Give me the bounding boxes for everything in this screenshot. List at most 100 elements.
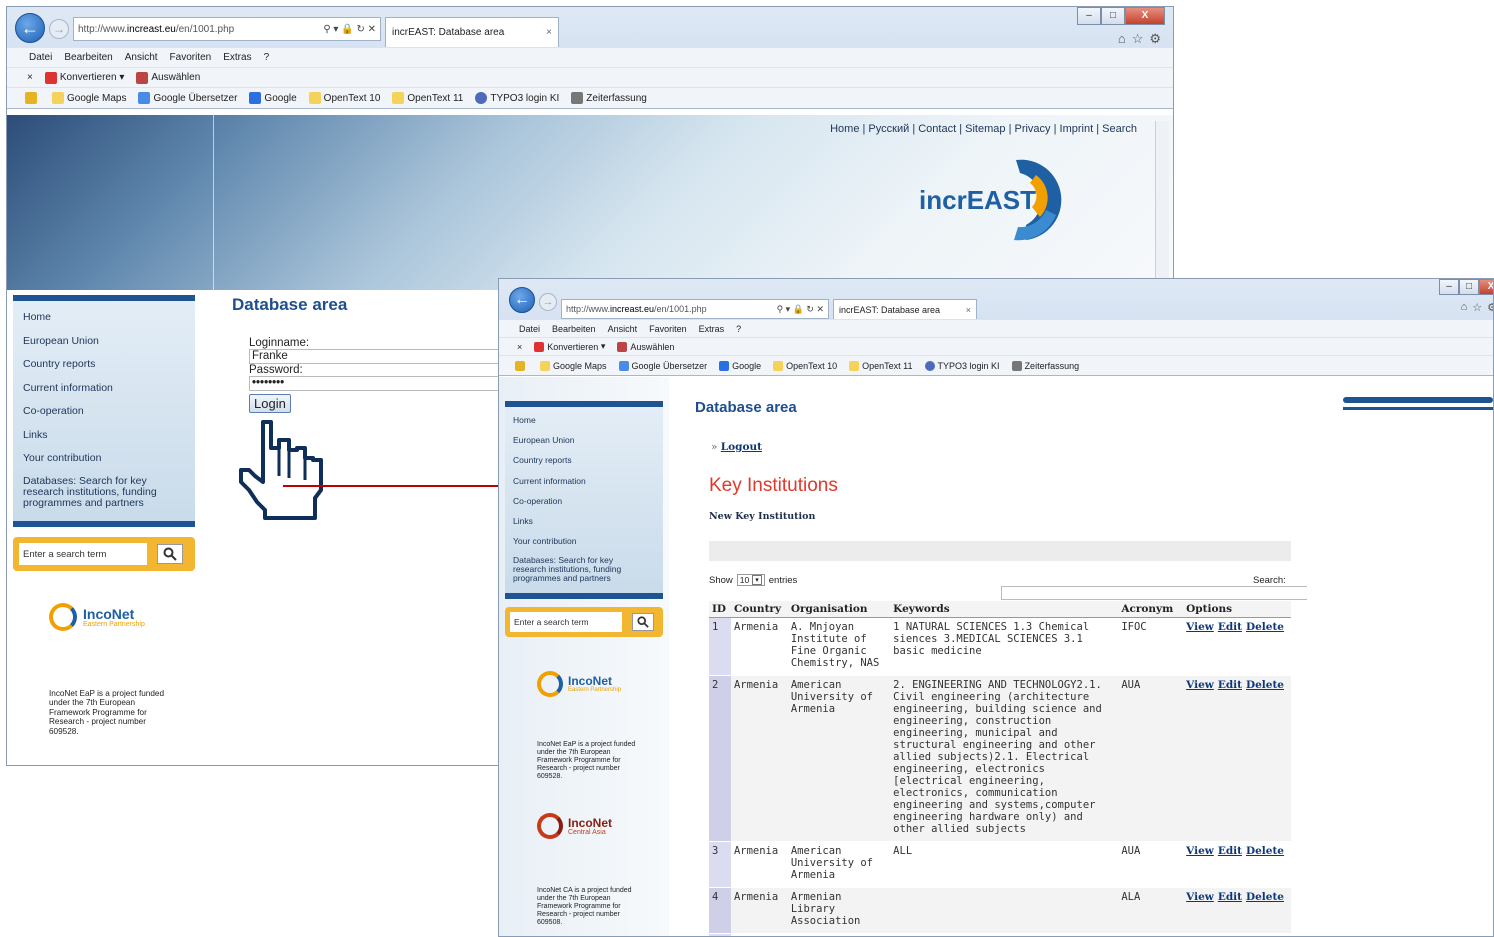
menu-extras[interactable]: Extras — [699, 324, 725, 334]
fav-google[interactable]: Google — [719, 360, 761, 371]
select-button[interactable]: Auswählen — [617, 341, 674, 352]
password-input[interactable]: •••••••• — [249, 376, 509, 391]
convert-button[interactable]: Konvertieren ▾ — [44, 71, 124, 84]
logout-link[interactable]: Logout — [721, 441, 762, 453]
search-input[interactable]: Enter a search term — [19, 543, 147, 565]
sidebar-item-home[interactable]: Home — [513, 415, 663, 435]
menu-help[interactable]: ? — [736, 324, 741, 334]
fav-zeiterfassung[interactable]: Zeiterfassung — [1011, 360, 1079, 371]
sidebar-item-links[interactable]: Links — [23, 429, 195, 453]
minimize-button[interactable]: – — [1439, 279, 1459, 295]
sidebar-item-current-information[interactable]: Current information — [23, 382, 195, 406]
link-sitemap[interactable]: Sitemap — [965, 123, 1005, 135]
sidebar-item-european-union[interactable]: European Union — [513, 435, 663, 455]
sidebar-item-country-reports[interactable]: Country reports — [513, 455, 663, 475]
fav-opentext10[interactable]: OpenText 10 — [308, 92, 380, 104]
back-arrow-icon[interactable]: ← — [509, 287, 535, 313]
dropdown-icon[interactable]: ▾ — [119, 72, 124, 83]
col-header-country[interactable]: Country — [730, 601, 788, 618]
address-controls[interactable]: ⚲ ▾ 🔒 ↻ ✕ — [323, 24, 376, 35]
link-imprint[interactable]: Imprint — [1060, 123, 1094, 135]
menu-favoriten[interactable]: Favoriten — [649, 324, 687, 334]
sidebar-item-co-operation[interactable]: Co-operation — [513, 496, 663, 516]
edit-link[interactable]: Edit — [1218, 891, 1242, 903]
sidebar-item-co-operation[interactable]: Co-operation — [23, 405, 195, 429]
link-contact[interactable]: Contact — [918, 123, 956, 135]
menu-ansicht[interactable]: Ansicht — [608, 324, 638, 334]
view-link[interactable]: View — [1186, 679, 1214, 691]
view-link[interactable]: View — [1186, 891, 1214, 903]
fav-star-icon[interactable] — [25, 92, 40, 104]
fav-google-translate[interactable]: Google Übersetzer — [618, 360, 707, 371]
tab-close-icon[interactable]: × — [546, 27, 552, 38]
fav-typo3[interactable]: TYPO3 login KI — [475, 92, 559, 104]
menu-extras[interactable]: Extras — [223, 52, 251, 63]
close-button[interactable]: X — [1479, 279, 1493, 295]
address-bar[interactable]: http://www. increast.eu/en/1001.php ⚲ ▾ 🔒… — [73, 17, 381, 41]
home-icon[interactable]: ⌂ — [1118, 31, 1126, 47]
fav-opentext11[interactable]: OpenText 11 — [392, 92, 463, 104]
fav-google-maps[interactable]: Google Maps — [540, 360, 607, 371]
menu-favoriten[interactable]: Favoriten — [170, 52, 212, 63]
cmdbar-close-icon[interactable]: × — [27, 72, 33, 83]
select-button[interactable]: Auswählen — [136, 71, 200, 84]
fav-opentext10[interactable]: OpenText 10 — [773, 360, 837, 371]
home-icon[interactable]: ⌂ — [1461, 301, 1468, 314]
view-link[interactable]: View — [1186, 845, 1214, 857]
browser-tab[interactable]: incrEAST: Database area × — [385, 17, 559, 47]
address-bar[interactable]: http://www. increast.eu/en/1001.php ⚲ ▾ 🔒… — [561, 299, 829, 319]
col-header-options[interactable]: Options — [1183, 601, 1291, 618]
forward-arrow-icon[interactable]: → — [539, 293, 557, 311]
back-arrow-icon[interactable]: ← — [15, 13, 45, 43]
fav-google-maps[interactable]: Google Maps — [52, 92, 126, 104]
menu-bearbeiten[interactable]: Bearbeiten — [552, 324, 596, 334]
fav-star-icon[interactable] — [515, 360, 528, 371]
close-button[interactable]: X — [1125, 7, 1165, 25]
settings-gear-icon[interactable]: ⚙ — [1149, 31, 1161, 47]
sidebar-item-your-contribution[interactable]: Your contribution — [23, 452, 195, 476]
edit-link[interactable]: Edit — [1218, 621, 1242, 633]
minimize-button[interactable]: – — [1077, 7, 1101, 25]
scrollbar[interactable] — [1155, 121, 1169, 281]
settings-gear-icon[interactable]: ⚙ — [1487, 301, 1493, 314]
cmdbar-close-icon[interactable]: × — [517, 342, 522, 352]
dropdown-arrow-icon[interactable]: ▾ — [752, 575, 762, 585]
address-controls[interactable]: ⚲ ▾ 🔒 ↻ ✕ — [777, 304, 824, 315]
sidebar-item-links[interactable]: Links — [513, 516, 663, 536]
col-header-acronym[interactable]: Acronym — [1118, 601, 1184, 618]
menu-datei[interactable]: Datei — [29, 52, 52, 63]
browser-tab[interactable]: incrEAST: Database area × — [833, 299, 977, 319]
delete-link[interactable]: Delete — [1246, 891, 1284, 903]
menu-help[interactable]: ? — [264, 52, 270, 63]
sidebar-item-european-union[interactable]: European Union — [23, 335, 195, 359]
dropdown-icon[interactable]: ▾ — [601, 341, 606, 352]
delete-link[interactable]: Delete — [1246, 845, 1284, 857]
view-link[interactable]: View — [1186, 621, 1214, 633]
table-search-input[interactable] — [1001, 586, 1307, 600]
login-button[interactable]: Login — [249, 394, 291, 413]
menu-ansicht[interactable]: Ansicht — [125, 52, 158, 63]
link-privacy[interactable]: Privacy — [1014, 123, 1050, 135]
edit-link[interactable]: Edit — [1218, 679, 1242, 691]
delete-link[interactable]: Delete — [1246, 621, 1284, 633]
search-button[interactable] — [632, 613, 654, 631]
menu-datei[interactable]: Datei — [519, 324, 540, 334]
link-home[interactable]: Home — [830, 123, 859, 135]
tab-close-icon[interactable]: × — [966, 305, 971, 315]
convert-button[interactable]: Konvertieren ▾ — [534, 341, 605, 352]
maximize-button[interactable]: □ — [1459, 279, 1479, 295]
sidebar-item-databases[interactable]: Databases: Search for key research insti… — [513, 556, 641, 583]
sidebar-item-country-reports[interactable]: Country reports — [23, 358, 195, 382]
favorites-star-icon[interactable]: ☆ — [1472, 301, 1482, 314]
edit-link[interactable]: Edit — [1218, 845, 1242, 857]
sidebar-item-databases[interactable]: Databases: Search for key research insti… — [23, 475, 173, 509]
sidebar-item-current-information[interactable]: Current information — [513, 476, 663, 496]
fav-opentext11[interactable]: OpenText 11 — [849, 360, 913, 371]
fav-google[interactable]: Google — [249, 92, 297, 104]
search-input[interactable]: Enter a search term — [510, 612, 622, 632]
sidebar-item-home[interactable]: Home — [23, 311, 195, 335]
fav-google-translate[interactable]: Google Übersetzer — [138, 92, 237, 104]
favorites-star-icon[interactable]: ☆ — [1132, 31, 1144, 47]
link-search[interactable]: Search — [1102, 123, 1137, 135]
entries-select[interactable]: 10 ▾ — [736, 574, 765, 586]
